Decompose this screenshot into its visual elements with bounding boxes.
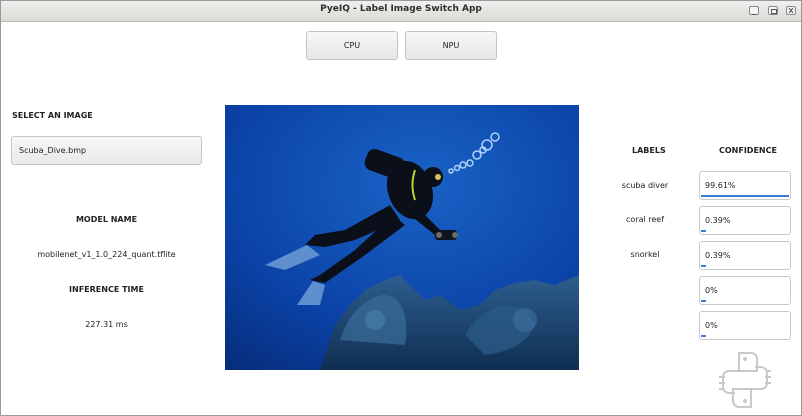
confidence-progress-bar bbox=[701, 335, 789, 337]
confidence-field-3: 0.39% bbox=[699, 241, 791, 270]
confidence-progress-bar bbox=[701, 265, 789, 267]
result-label-1: scuba diver bbox=[621, 181, 669, 190]
result-label-2: coral reef bbox=[625, 215, 665, 224]
close-icon[interactable] bbox=[786, 6, 796, 15]
inference-time-heading: INFERENCE TIME bbox=[69, 285, 144, 294]
model-name-value: mobilenet_v1_1.0_224_quant.tflite bbox=[37, 250, 176, 259]
confidence-value: 99.61% bbox=[705, 181, 736, 190]
confidence-value: 0.39% bbox=[705, 251, 731, 260]
select-image-heading: SELECT AN IMAGE bbox=[12, 111, 93, 120]
model-name-heading: MODEL NAME bbox=[75, 215, 138, 224]
labels-heading: LABELS bbox=[632, 146, 666, 155]
confidence-field-5: 0% bbox=[699, 311, 791, 340]
scuba-dive-image bbox=[225, 105, 579, 370]
confidence-progress-bar bbox=[701, 195, 789, 197]
confidence-field-1: 99.61% bbox=[699, 171, 791, 200]
confidence-field-4: 0% bbox=[699, 276, 791, 305]
npu-button[interactable]: NPU bbox=[405, 31, 497, 60]
image-select-button[interactable]: Scuba_Dive.bmp bbox=[11, 136, 202, 165]
confidence-field-2: 0.39% bbox=[699, 206, 791, 235]
confidence-progress-bar bbox=[701, 300, 789, 302]
inference-time-value: 227.31 ms bbox=[85, 320, 128, 329]
confidence-heading: CONFIDENCE bbox=[719, 146, 777, 155]
python-chip-logo-icon bbox=[717, 349, 773, 411]
minimize-icon[interactable] bbox=[749, 6, 759, 15]
cpu-button[interactable]: CPU bbox=[306, 31, 398, 60]
confidence-value: 0.39% bbox=[705, 216, 731, 225]
maximize-icon[interactable] bbox=[768, 6, 778, 15]
window-title: PyeIQ - Label Image Switch App bbox=[320, 4, 482, 14]
selected-image-label: Scuba_Dive.bmp bbox=[19, 146, 87, 155]
title-bar: PyeIQ - Label Image Switch App bbox=[1, 1, 801, 22]
confidence-value: 0% bbox=[705, 321, 718, 330]
result-label-3: snorkel bbox=[630, 250, 660, 259]
confidence-value: 0% bbox=[705, 286, 718, 295]
confidence-progress-bar bbox=[701, 230, 789, 232]
